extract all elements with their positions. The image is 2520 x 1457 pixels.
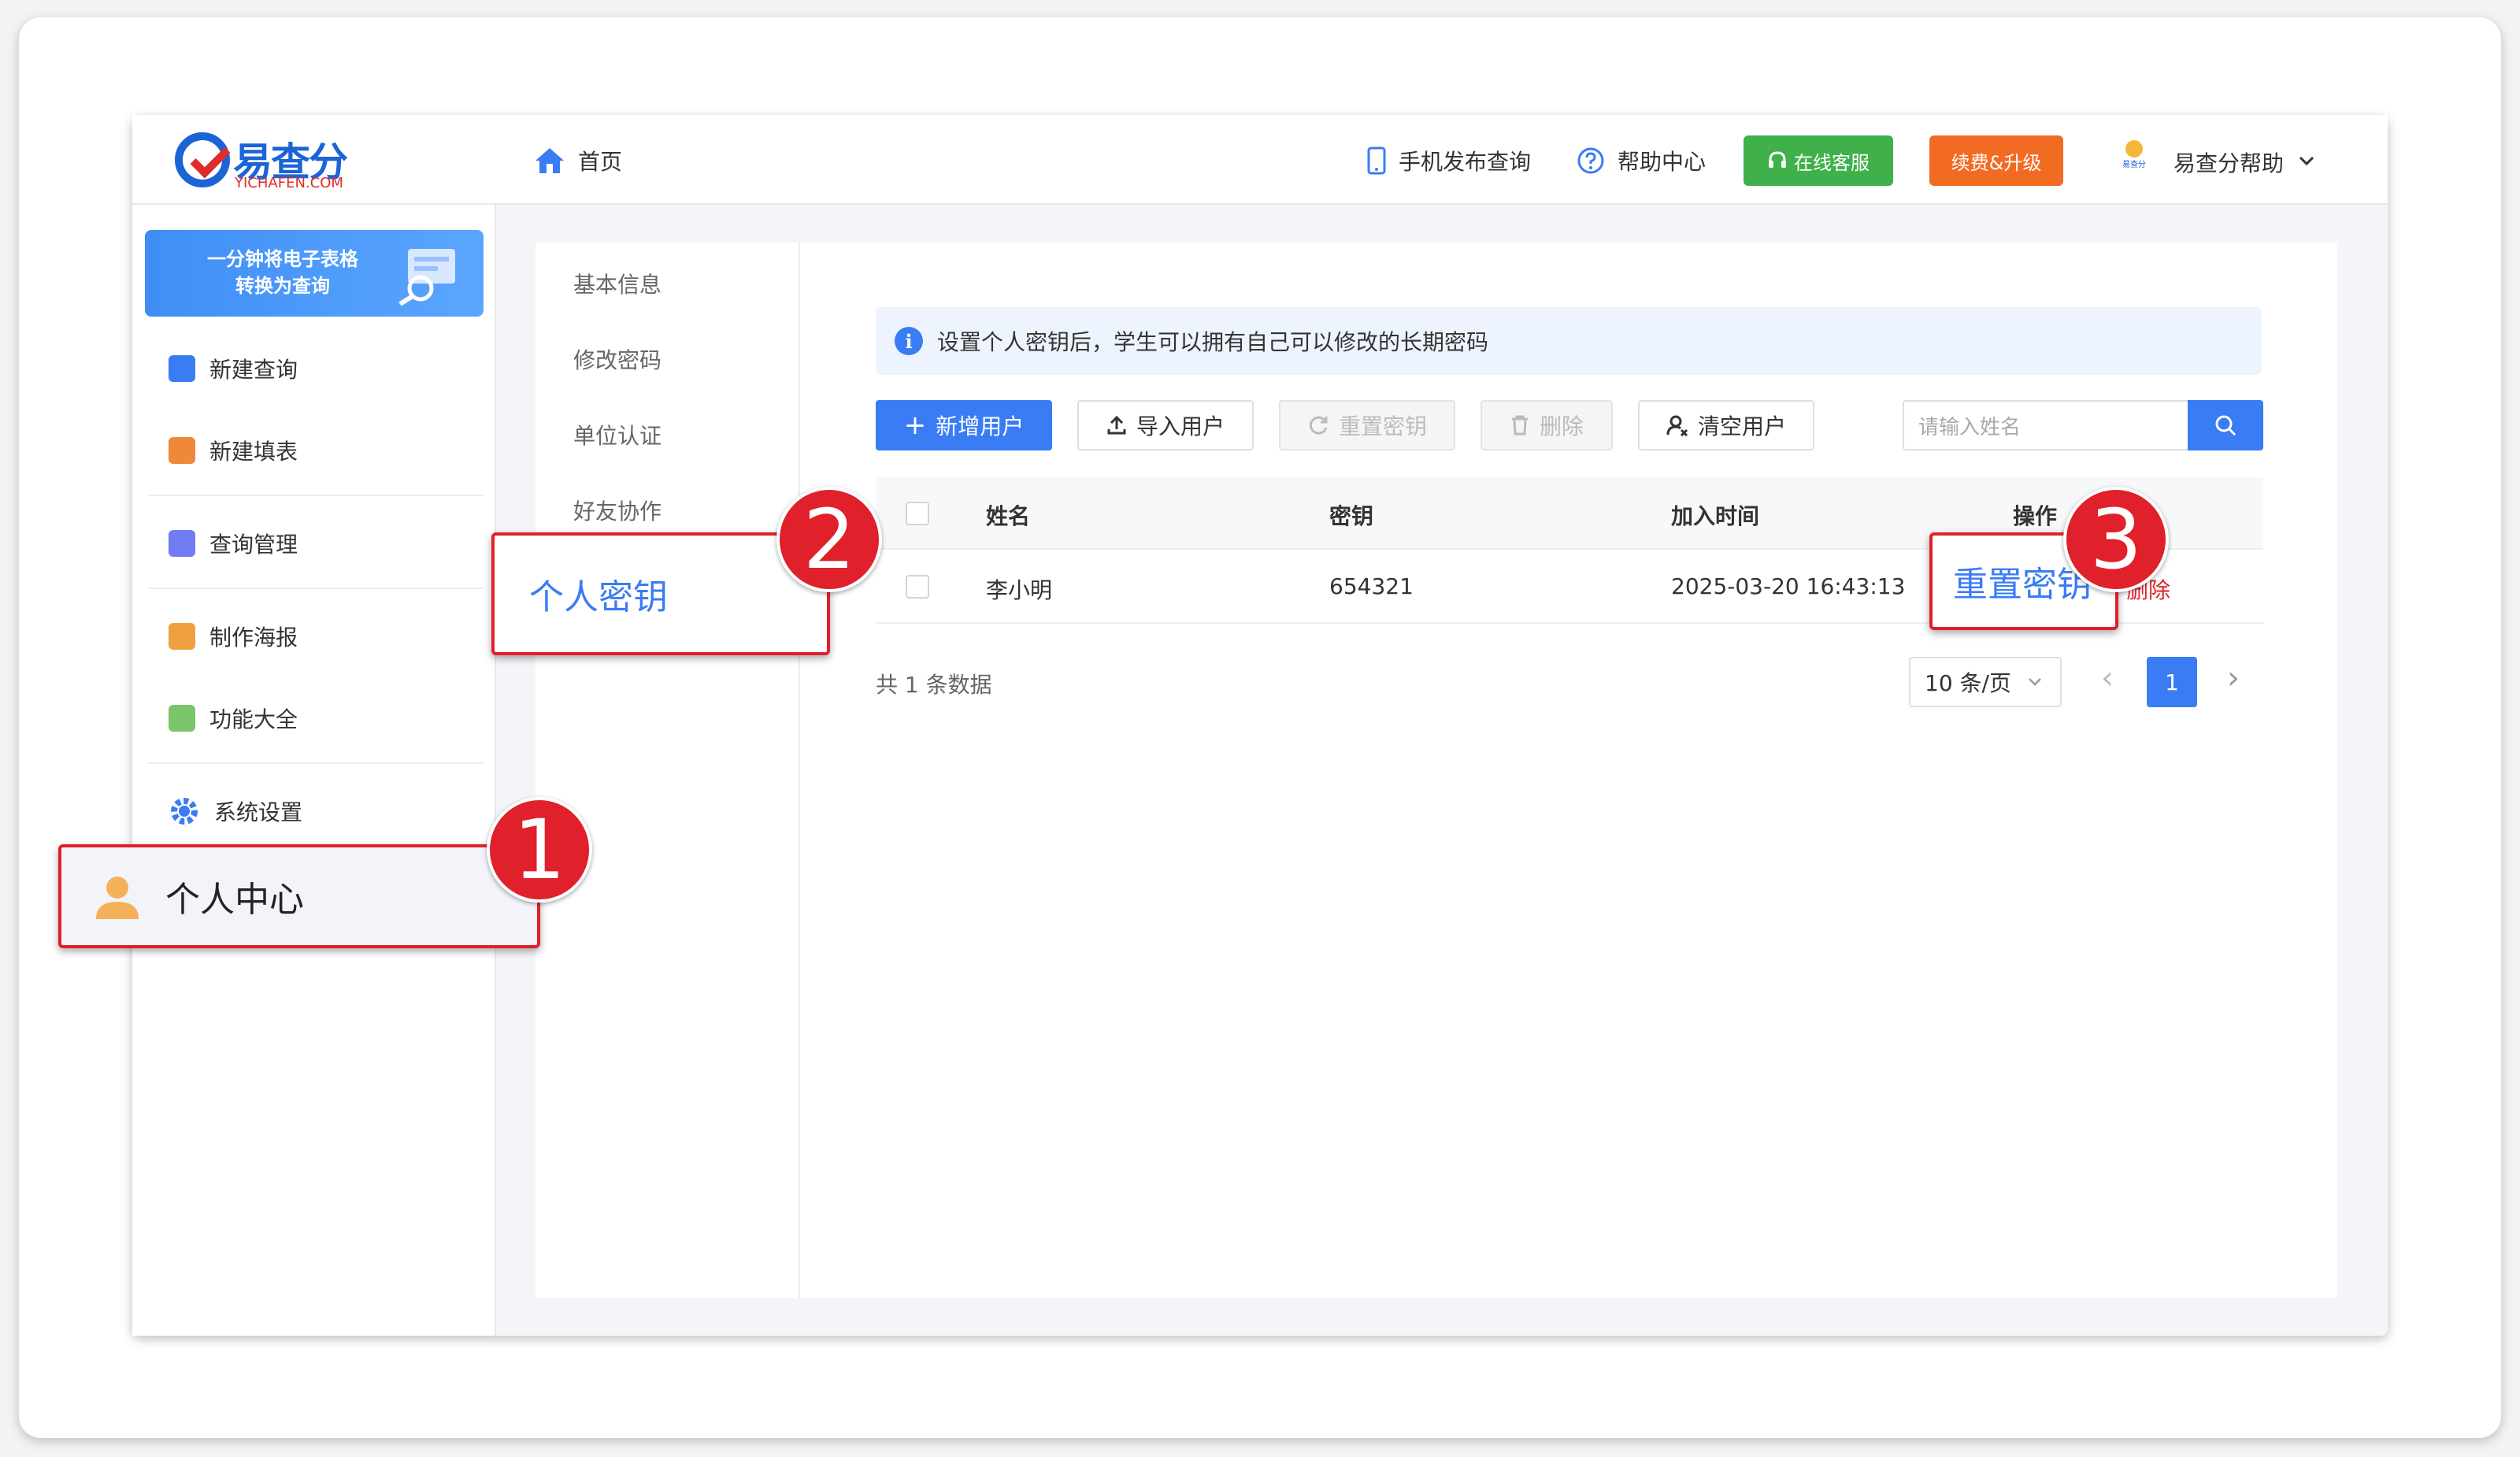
sidebar-item-new-form[interactable]: 新建填表 — [169, 435, 298, 466]
personal-center-label: 个人中心 — [165, 880, 304, 920]
banner-illustration-icon — [398, 249, 455, 306]
refresh-icon — [1309, 416, 1328, 435]
row-name: 李小明 — [986, 577, 1053, 603]
sidebar-item-label: 新建填表 — [209, 439, 298, 465]
sidebar-divider — [148, 495, 484, 496]
banner-line-1: 一分钟将电子表格 — [207, 248, 358, 270]
sidebar-item-label: 查询管理 — [209, 532, 298, 558]
poster-icon — [169, 623, 195, 650]
column-header-actions: 操作 — [2013, 503, 2058, 529]
callout-badge-2: 2 — [776, 487, 882, 592]
row-join-time: 2025-03-20 16:43:13 — [1671, 573, 1906, 599]
personal-key-label: 个人密钥 — [529, 577, 668, 617]
upload-icon — [1107, 415, 1126, 435]
prev-page-button[interactable]: ‹ — [2101, 660, 2114, 696]
subnav-item-basic-info[interactable]: 基本信息 — [573, 268, 662, 299]
user-name[interactable]: 易查分帮助 — [2174, 146, 2284, 178]
personal-center-subnav — [536, 243, 800, 1298]
search-icon — [2215, 415, 2236, 436]
mobile-publish-link[interactable]: 手机发布查询 — [1367, 145, 1531, 176]
upgrade-button[interactable]: 续费&升级 — [1929, 135, 2063, 186]
logo-subtext: YICHAFEN.COM — [235, 175, 343, 191]
avatar-text: 易查分 — [2122, 161, 2146, 169]
row-checkbox[interactable] — [906, 575, 929, 599]
avatar-icon — [2125, 140, 2143, 158]
online-service-button[interactable]: 在线客服 — [1744, 135, 1893, 186]
sidebar-divider — [148, 588, 484, 589]
row-key: 654321 — [1329, 573, 1414, 599]
subnav-item-friend-collab[interactable]: 好友协作 — [573, 495, 662, 526]
delete-label: 删除 — [1539, 413, 1584, 439]
sidebar-item-personal-center[interactable]: 个人中心 — [58, 844, 540, 948]
delete-button[interactable]: 删除 — [1480, 400, 1613, 450]
sidebar-item-poster[interactable]: 制作海报 — [169, 621, 298, 652]
subnav-item-org-verify[interactable]: 单位认证 — [573, 419, 662, 450]
reset-key-label: 重置密钥 — [1338, 413, 1427, 439]
user-icon — [96, 877, 139, 919]
add-user-label: 新增用户 — [936, 413, 1025, 439]
clear-users-button[interactable]: 清空用户 — [1638, 400, 1814, 450]
trash-icon — [1511, 415, 1528, 436]
next-page-button[interactable]: › — [2227, 660, 2240, 696]
notice-bar: i 设置个人密钥后，学生可以拥有自己可以修改的长期密码 — [876, 307, 2262, 375]
plus-icon: + — [903, 410, 927, 441]
notice-text: 设置个人密钥后，学生可以拥有自己可以修改的长期密码 — [937, 329, 1489, 355]
column-header-name: 姓名 — [986, 503, 1031, 529]
sidebar-divider — [148, 762, 484, 764]
sidebar-item-query-manage[interactable]: 查询管理 — [169, 528, 298, 559]
user-clear-icon — [1666, 415, 1688, 436]
info-icon: i — [895, 327, 923, 355]
banner-line-2: 转换为查询 — [235, 275, 330, 297]
sidebar-item-features[interactable]: 功能大全 — [169, 703, 298, 734]
name-search-input[interactable]: 请输入姓名 — [1903, 400, 2188, 450]
features-grid-icon — [169, 705, 195, 732]
chevron-down-icon[interactable] — [2298, 154, 2315, 167]
select-all-checkbox[interactable] — [906, 502, 929, 525]
import-user-label: 导入用户 — [1136, 413, 1225, 439]
page-size-value: 10 条/页 — [1925, 670, 2011, 696]
headset-icon — [1769, 151, 1786, 168]
sidebar-item-label: 系统设置 — [214, 799, 303, 825]
query-manage-icon — [169, 530, 195, 557]
column-header-key: 密钥 — [1329, 503, 1374, 529]
sidebar-item-settings[interactable]: 系统设置 — [169, 795, 302, 827]
gear-icon — [171, 798, 198, 825]
online-service-label: 在线客服 — [1794, 151, 1870, 174]
chevron-down-icon — [2029, 678, 2041, 686]
callout-badge-3: 3 — [2063, 487, 2169, 592]
add-user-button[interactable]: + 新增用户 — [876, 400, 1052, 450]
user-avatar[interactable]: 易查分 — [2118, 140, 2150, 181]
reset-key-button[interactable]: 重置密钥 — [1279, 400, 1455, 450]
help-icon — [1577, 147, 1604, 174]
sidebar-item-label: 制作海报 — [209, 625, 298, 651]
new-form-icon — [169, 437, 195, 464]
search-button[interactable] — [2188, 400, 2263, 450]
home-label: 首页 — [578, 149, 623, 175]
sidebar-item-label: 功能大全 — [209, 706, 298, 732]
home-icon — [536, 148, 564, 173]
mobile-publish-label: 手机发布查询 — [1399, 149, 1532, 175]
import-user-button[interactable]: 导入用户 — [1077, 400, 1254, 450]
phone-icon — [1367, 146, 1386, 175]
clear-users-label: 清空用户 — [1697, 413, 1786, 439]
page-size-select[interactable]: 10 条/页 — [1909, 657, 2062, 707]
callout-badge-1: 1 — [487, 797, 592, 903]
help-center-link[interactable]: 帮助中心 — [1577, 145, 1706, 176]
home-link[interactable]: 首页 — [534, 145, 622, 176]
column-header-join-time: 加入时间 — [1671, 503, 1760, 529]
new-query-icon — [169, 355, 195, 382]
sidebar-item-new-query[interactable]: 新建查询 — [169, 353, 298, 384]
subnav-item-change-password[interactable]: 修改密码 — [573, 343, 662, 375]
help-center-label: 帮助中心 — [1618, 149, 1707, 175]
sidebar-item-label: 新建查询 — [209, 357, 298, 383]
total-count: 共 1 条数据 — [876, 672, 992, 698]
page-number-current[interactable]: 1 — [2147, 657, 2197, 707]
